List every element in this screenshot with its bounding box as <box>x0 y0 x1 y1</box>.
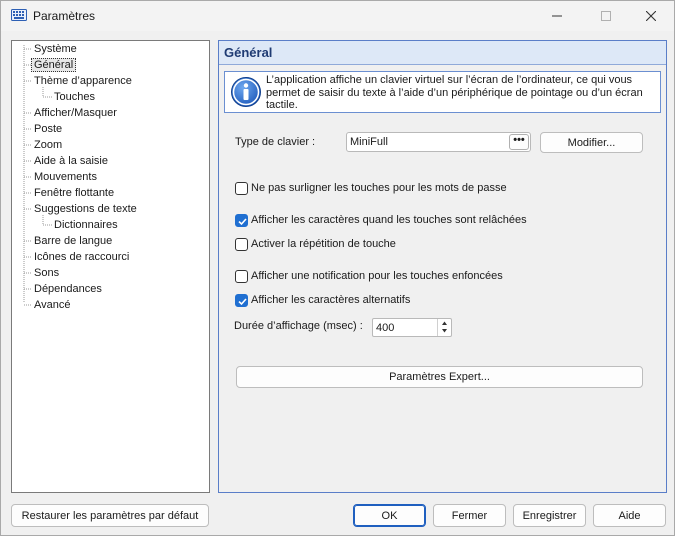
minimize-icon <box>552 15 562 17</box>
tree-item-theme[interactable]: Thème d’apparence <box>34 74 132 89</box>
tree-item-label: Système <box>34 43 77 55</box>
tree-item-aide-saisie[interactable]: Aide à la saisie <box>34 154 108 169</box>
panel-header: Général <box>219 41 666 65</box>
panel-title: Général <box>224 45 273 60</box>
info-text: L’application affiche un clavier virtuel… <box>266 74 643 111</box>
spin-up-icon[interactable] <box>438 319 451 327</box>
tree-item-general[interactable]: Général <box>31 58 77 73</box>
save-button[interactable]: Enregistrer <box>513 504 586 527</box>
show-alternates-label: Afficher les caractères alternatifs <box>251 294 411 306</box>
tree-item-label: Zoom <box>34 139 63 151</box>
tree-item-label: Avancé <box>34 299 71 311</box>
tree-item-sons[interactable]: Sons <box>34 266 59 281</box>
tree-item-barre-langue[interactable]: Barre de langue <box>34 234 112 249</box>
tree-item-zoom[interactable]: Zoom <box>34 138 62 153</box>
title-bar: Paramètres <box>1 1 674 31</box>
tree-item-icones-raccourci[interactable]: Icônes de raccourci <box>34 250 129 265</box>
keyboard-type-label: Type de clavier : <box>235 136 316 148</box>
keyboard-type-field[interactable]: MiniFull ••• <box>346 132 531 152</box>
tree-item-systeme[interactable]: Système <box>34 42 77 57</box>
tree-item-avance[interactable]: Avancé <box>34 298 71 313</box>
notify-pressed-label: Afficher une notification pour les touch… <box>251 270 503 282</box>
close-window-button[interactable] <box>628 1 674 31</box>
display-duration-value: 400 <box>376 322 395 334</box>
spinner-arrows <box>437 319 451 336</box>
maximize-button[interactable] <box>583 1 629 31</box>
help-button[interactable]: Aide <box>593 504 666 527</box>
ok-button[interactable]: OK <box>353 504 426 527</box>
settings-window: Paramètres Système Général Thème d’appar… <box>0 0 675 536</box>
checkbox-no-highlight-password[interactable] <box>235 182 248 195</box>
maximize-icon <box>601 11 611 21</box>
tree-item-label: Barre de langue <box>34 235 113 247</box>
tree-item-touches[interactable]: Touches <box>54 90 95 105</box>
close-button[interactable]: Fermer <box>433 504 506 527</box>
browse-keyboard-button[interactable]: ••• <box>509 134 529 150</box>
tree-item-label: Afficher/Masquer <box>34 107 117 119</box>
restore-defaults-button[interactable]: Restaurer les paramètres par défaut <box>11 504 209 527</box>
checkmark-icon <box>238 298 247 306</box>
expert-settings-button[interactable]: Paramètres Expert... <box>236 366 643 388</box>
tree-item-label: Mouvements <box>34 171 97 183</box>
checkbox-key-repeat[interactable] <box>235 238 248 251</box>
minimize-button[interactable] <box>534 1 580 31</box>
keyboard-icon <box>11 9 27 21</box>
tree-item-dependances[interactable]: Dépendances <box>34 282 102 297</box>
tree-item-label: Suggestions de texte <box>34 203 137 215</box>
checkmark-icon <box>238 218 247 226</box>
show-chars-released-label: Afficher les caractères quand les touche… <box>251 214 527 226</box>
checkbox-show-alternates[interactable] <box>235 294 248 307</box>
info-box: L’application affiche un clavier virtuel… <box>224 71 661 113</box>
tree-item-label: Fenêtre flottante <box>34 187 115 199</box>
tree-item-label: Aide à la saisie <box>34 155 108 167</box>
tree-item-label: Général <box>31 58 77 72</box>
checkbox-notify-pressed[interactable] <box>235 270 248 283</box>
tree-item-poste[interactable]: Poste <box>34 122 62 137</box>
tree-item-label: Dictionnaires <box>54 219 118 231</box>
tree-item-suggestions[interactable]: Suggestions de texte <box>34 202 137 217</box>
modify-button[interactable]: Modifier... <box>540 132 643 153</box>
tree-item-afficher-masquer[interactable]: Afficher/Masquer <box>34 106 117 121</box>
no-highlight-password-label: Ne pas surligner les touches pour les mo… <box>251 182 507 194</box>
tree-item-label: Thème d’apparence <box>34 75 132 87</box>
tree-item-label: Touches <box>54 91 95 103</box>
general-settings-panel: Général L’application affiche un clavier… <box>218 40 667 493</box>
close-icon <box>646 11 656 21</box>
keyboard-type-value: MiniFull <box>350 136 388 148</box>
display-duration-label: Durée d’affichage (msec) : <box>234 320 363 332</box>
info-icon <box>231 77 261 107</box>
tree-item-label: Sons <box>34 267 60 279</box>
spin-down-icon[interactable] <box>438 327 451 335</box>
tree-item-label: Dépendances <box>34 283 102 295</box>
tree-item-label: Poste <box>34 123 63 135</box>
tree-item-dictionnaires[interactable]: Dictionnaires <box>54 218 118 233</box>
checkbox-show-chars-released[interactable] <box>235 214 248 227</box>
tree-item-mouvements[interactable]: Mouvements <box>34 170 97 185</box>
window-title: Paramètres <box>33 9 96 23</box>
display-duration-spinner[interactable]: 400 <box>372 318 452 337</box>
tree-item-label: Icônes de raccourci <box>34 251 130 263</box>
tree-item-fenetre-flottante[interactable]: Fenêtre flottante <box>34 186 114 201</box>
key-repeat-label: Activer la répétition de touche <box>251 238 396 250</box>
settings-tree[interactable]: Système Général Thème d’apparence Touche… <box>11 40 210 493</box>
